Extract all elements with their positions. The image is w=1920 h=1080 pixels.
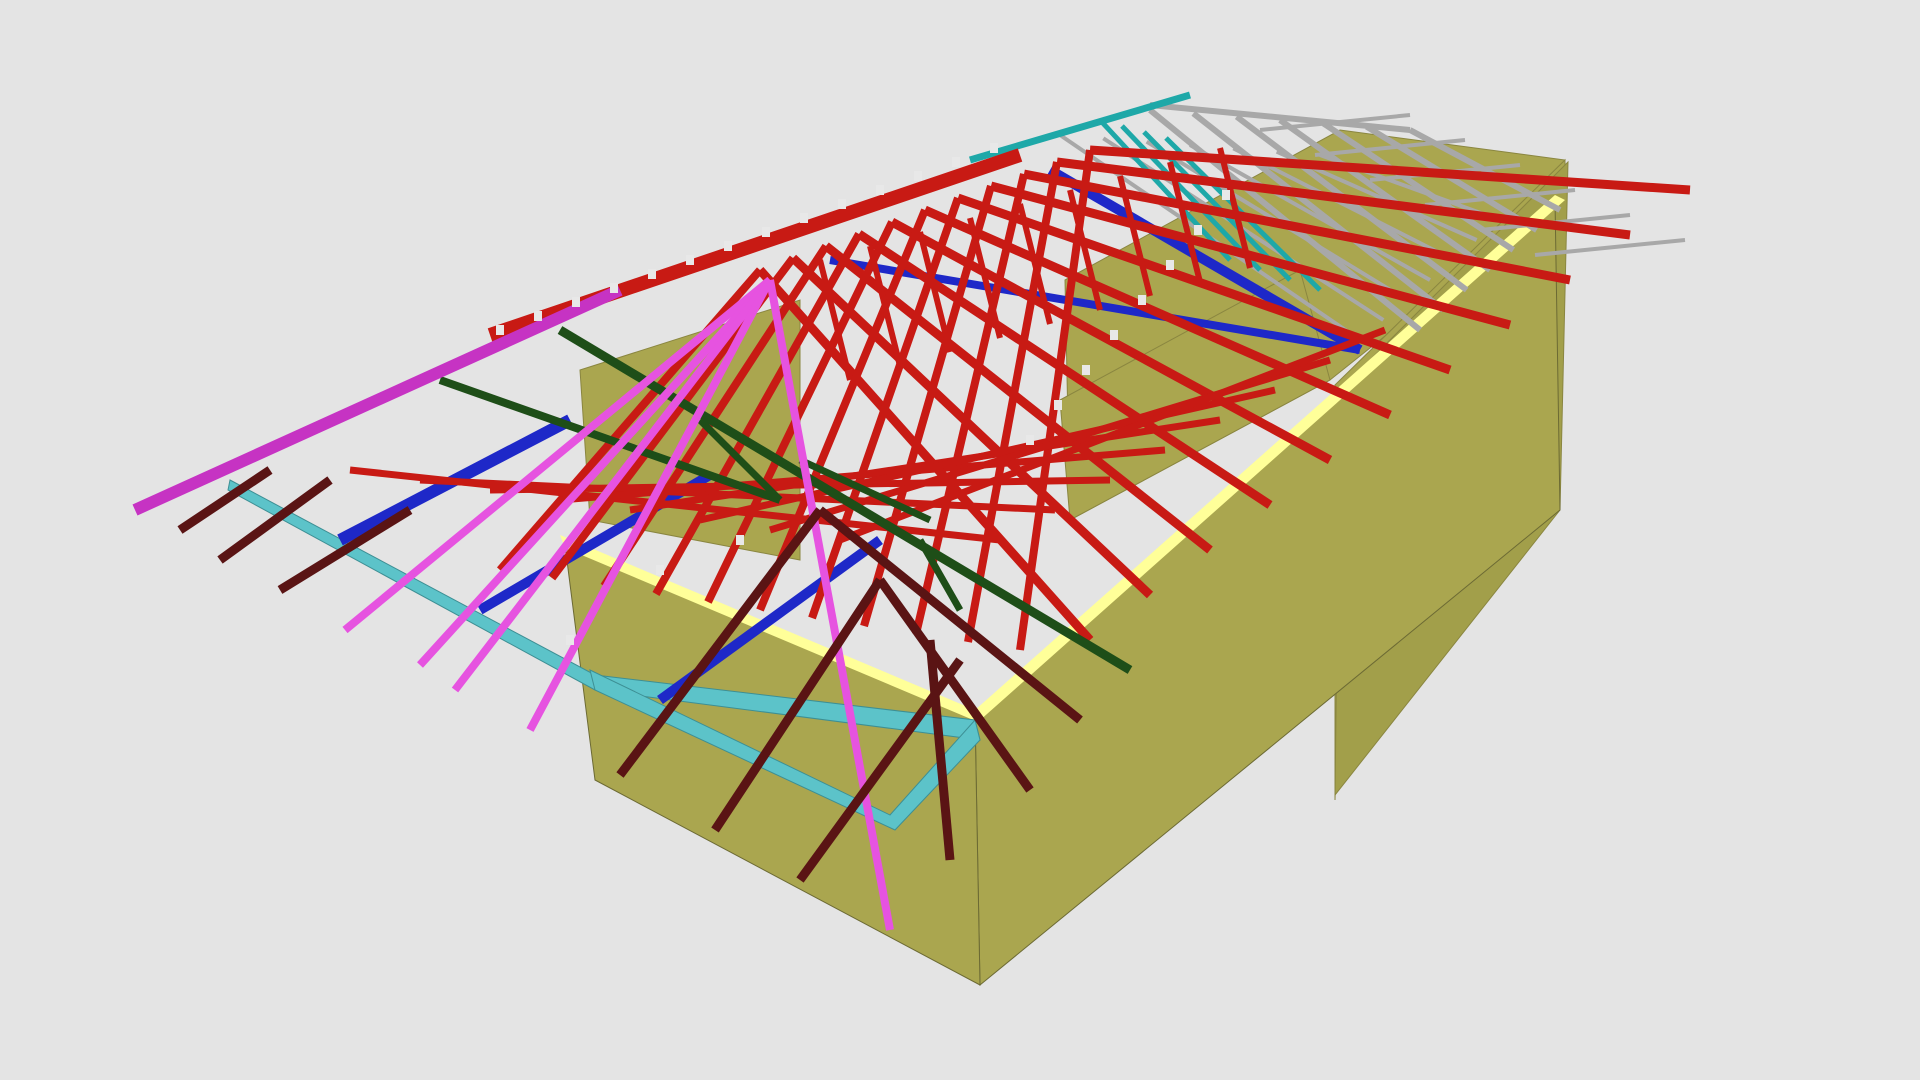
3d-viewport[interactable] [0,0,1920,1080]
connector-plate [686,255,694,265]
connector-plate [1222,190,1230,200]
roof-truss-model [132,91,1691,987]
connector-plate [800,213,808,223]
connector-plate [736,535,744,545]
connector-plate [534,311,542,321]
connector-plate [1194,225,1202,235]
connector-plate [566,635,574,645]
connector-plate [1138,295,1146,305]
connector-plate [990,143,998,153]
connector-plate [724,241,732,251]
connector-plate [610,283,618,293]
connector-plate [952,157,960,167]
connector-plate [876,185,884,195]
connector-plate [496,325,504,335]
connector-plate [572,297,580,307]
connector-plate [1166,260,1174,270]
connector-plate [656,565,664,575]
hip-rafter [132,284,623,516]
connector-plate [1054,400,1062,410]
connector-plate [762,227,770,237]
connector-plate [1110,330,1118,340]
connector-plate [648,269,656,279]
connector-plate [914,171,922,181]
connector-plate [1026,435,1034,445]
connector-plate [838,199,846,209]
connector-plate [1082,365,1090,375]
